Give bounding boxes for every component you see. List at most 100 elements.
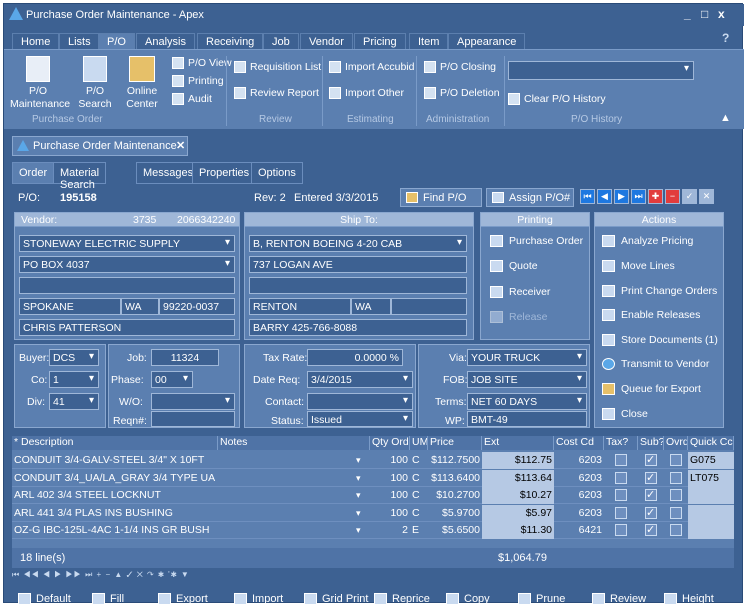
column-header-description[interactable]: * Description bbox=[12, 436, 218, 450]
tax-rate-field[interactable]: 0.0000 % bbox=[307, 349, 403, 366]
sub-checkbox[interactable] bbox=[645, 488, 657, 501]
tab-lists[interactable]: Lists bbox=[59, 33, 100, 50]
audit-button[interactable]: Audit bbox=[172, 92, 212, 106]
sub-checkbox[interactable] bbox=[645, 471, 657, 484]
cell-price[interactable]: $5.9700 bbox=[428, 505, 482, 522]
prune-button[interactable]: Prune bbox=[516, 590, 565, 608]
column-header-sub[interactable]: Sub? bbox=[638, 436, 664, 450]
import-other-button[interactable]: Import Other bbox=[329, 86, 404, 100]
import-accubid-button[interactable]: Import Accubid bbox=[329, 60, 414, 74]
table-row[interactable]: ARL 402 3/4 STEEL LOCKNUT 100 C $10.2700 $10… bbox=[12, 487, 734, 504]
cell-desc[interactable]: CONDUIT 3/4_UA/LA_GRAY 3/4 TYPE UA bbox=[12, 470, 218, 487]
print-receiver-button[interactable]: Receiver bbox=[485, 282, 550, 302]
requisition-list-button[interactable]: Requisition List bbox=[234, 60, 321, 74]
tax-checkbox[interactable] bbox=[615, 489, 627, 501]
div-select[interactable]: 41 bbox=[49, 393, 99, 410]
vendor-address2-field[interactable] bbox=[19, 277, 235, 294]
ship-to-state-field[interactable]: WA bbox=[351, 298, 391, 315]
column-header-um[interactable]: UM bbox=[410, 436, 428, 450]
print-change-orders-button[interactable]: Print Change Orders bbox=[597, 281, 717, 301]
cell-desc[interactable]: CONDUIT 3/4-GALV-STEEL 3/4" X 10FT bbox=[12, 452, 218, 469]
tab-material-search[interactable]: Material Search bbox=[53, 162, 107, 191]
ship-to-address1-field[interactable]: 737 LOGAN AVE bbox=[249, 256, 467, 273]
column-header-qty[interactable]: Qty Ord bbox=[370, 436, 410, 450]
delete-record-button[interactable]: − bbox=[665, 189, 680, 204]
maximize-button[interactable]: □ bbox=[701, 7, 708, 21]
column-header-ovrd[interactable]: Ovrd bbox=[664, 436, 688, 450]
ovrd-checkbox[interactable] bbox=[670, 506, 682, 519]
cell-desc[interactable]: OZ-G IBC-125L-4AC 1-1/4 INS GR BUSH bbox=[12, 522, 218, 539]
tab-po[interactable]: P/O bbox=[98, 33, 135, 50]
cell-ext[interactable]: $10.27 bbox=[482, 487, 554, 504]
column-header-ext[interactable]: Ext bbox=[482, 436, 554, 450]
status-select[interactable]: Issued bbox=[307, 411, 413, 427]
po-maintenance-button[interactable]: P/O Maintenance bbox=[10, 56, 70, 111]
tax-checkbox[interactable] bbox=[615, 524, 627, 536]
cell-qty[interactable]: 2 bbox=[370, 522, 410, 539]
cell-cost[interactable]: 6203 bbox=[554, 452, 604, 469]
tab-order[interactable]: Order bbox=[12, 162, 55, 184]
notes-dropdown-icon[interactable]: ▾ bbox=[354, 452, 366, 469]
cell-um[interactable]: E bbox=[410, 522, 428, 539]
tab-properties[interactable]: Properties bbox=[192, 162, 257, 184]
next-record-button[interactable]: ▶ bbox=[614, 189, 629, 204]
column-header-tax[interactable]: Tax? bbox=[604, 436, 638, 450]
cell-price[interactable]: $113.6400 bbox=[428, 470, 482, 487]
analyze-pricing-button[interactable]: Analyze Pricing bbox=[597, 231, 693, 251]
cell-quick[interactable] bbox=[688, 522, 734, 539]
cell-qty[interactable]: 100 bbox=[370, 487, 410, 504]
column-header-quick-cc[interactable]: Quick Cc bbox=[688, 436, 734, 450]
tab-options[interactable]: Options bbox=[251, 162, 303, 184]
tax-checkbox[interactable] bbox=[615, 506, 627, 519]
ship-to-name-field[interactable]: B, RENTON BOEING 4-20 CAB bbox=[249, 235, 467, 252]
tab-home[interactable]: Home bbox=[12, 33, 60, 50]
queue-for-export-button[interactable]: Queue for Export bbox=[597, 379, 701, 399]
reqn-field[interactable] bbox=[151, 411, 235, 427]
collapse-ribbon-icon[interactable]: ▲ bbox=[720, 112, 731, 124]
online-center-button[interactable]: Online Center bbox=[122, 56, 162, 111]
tab-receiving[interactable]: Receiving bbox=[197, 33, 264, 50]
cell-um[interactable]: C bbox=[410, 505, 428, 522]
clear-po-history-button[interactable]: Clear P/O History bbox=[508, 92, 606, 106]
vendor-address1-field[interactable]: PO BOX 4037 bbox=[19, 256, 235, 273]
terms-select[interactable]: NET 60 DAYS bbox=[467, 393, 587, 410]
cell-um[interactable]: C bbox=[410, 487, 428, 504]
copy-button[interactable]: Copy bbox=[444, 590, 490, 608]
wp-field[interactable]: BMT-49 bbox=[467, 411, 587, 427]
po-view-button[interactable]: P/O View bbox=[172, 56, 232, 70]
find-po-button[interactable]: Find P/O bbox=[400, 188, 482, 207]
document-tab[interactable]: Purchase Order Maintenance ✕ bbox=[12, 136, 188, 156]
cell-price[interactable]: $10.2700 bbox=[428, 487, 482, 504]
cell-cost[interactable]: 6203 bbox=[554, 505, 604, 522]
print-quote-button[interactable]: Quote bbox=[485, 256, 538, 276]
height-button[interactable]: Height bbox=[662, 590, 714, 608]
cell-ext[interactable]: $113.64 bbox=[482, 469, 554, 487]
job-field[interactable]: 11324 bbox=[151, 349, 219, 366]
review-report-button[interactable]: Review Report bbox=[234, 86, 319, 100]
assign-po-button[interactable]: Assign P/O# bbox=[486, 188, 574, 207]
close-tab-icon[interactable]: ✕ bbox=[176, 139, 185, 152]
cell-quick[interactable]: G075 bbox=[688, 452, 734, 469]
tab-vendor[interactable]: Vendor bbox=[300, 33, 353, 50]
table-row[interactable]: CONDUIT 3/4_UA/LA_GRAY 3/4 TYPE UA 100 C $1… bbox=[12, 469, 734, 487]
via-select[interactable]: YOUR TRUCK bbox=[467, 349, 587, 366]
sub-checkbox[interactable] bbox=[645, 523, 657, 536]
tab-item[interactable]: Item bbox=[409, 33, 449, 50]
cell-quick[interactable] bbox=[688, 504, 734, 522]
tab-appearance[interactable]: Appearance bbox=[448, 33, 526, 50]
prev-record-button[interactable]: ◀ bbox=[597, 189, 612, 204]
default-button[interactable]: Default bbox=[16, 590, 71, 608]
store-documents-button[interactable]: Store Documents (1) bbox=[597, 330, 718, 350]
cell-desc[interactable]: ARL 402 3/4 STEEL LOCKNUT bbox=[12, 487, 218, 504]
column-header-price[interactable]: Price bbox=[428, 436, 482, 450]
notes-dropdown-icon[interactable]: ▾ bbox=[354, 470, 366, 487]
fill-button[interactable]: Fill bbox=[90, 590, 124, 608]
cell-price[interactable]: $5.6500 bbox=[428, 522, 482, 539]
print-purchase-order-button[interactable]: Purchase Order bbox=[485, 231, 583, 251]
cell-price[interactable]: $112.7500 bbox=[428, 452, 482, 469]
cell-qty[interactable]: 100 bbox=[370, 470, 410, 487]
cell-ext[interactable]: $11.30 bbox=[482, 522, 554, 539]
reprice-button[interactable]: Reprice bbox=[372, 590, 430, 608]
grid-navigator[interactable]: ⏮ ◀◀ ◀ ▶ ▶▶ ⏭ + − ▲ ✓ ✕ ↷ ✱ '✱ ▼ bbox=[12, 570, 190, 580]
cell-ext[interactable]: $112.75 bbox=[482, 452, 554, 469]
